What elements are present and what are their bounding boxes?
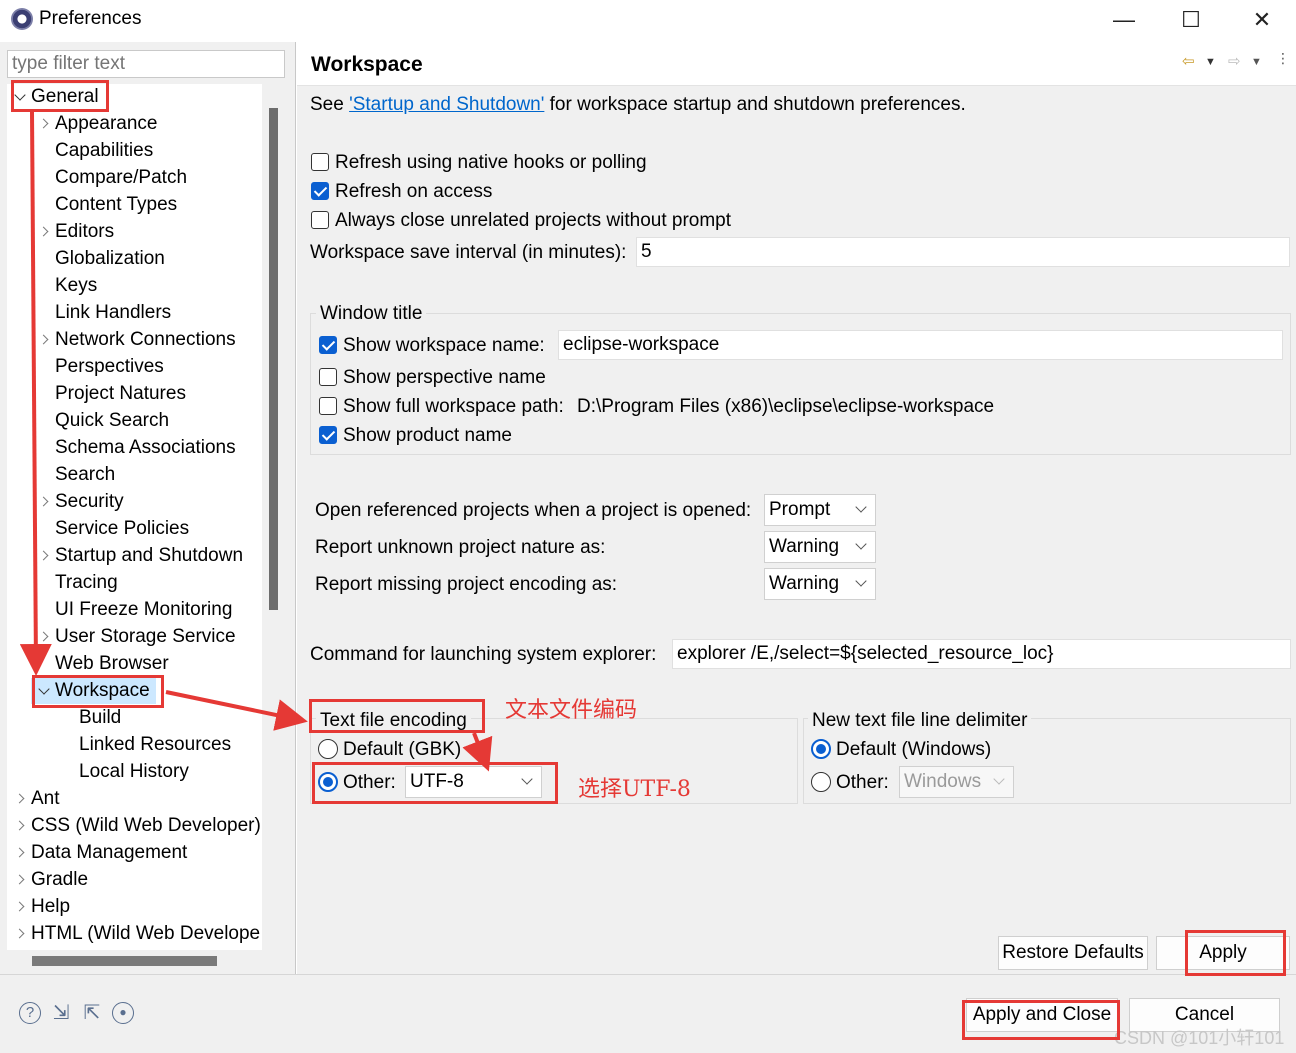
arrow-workspace-to-encoding [165, 690, 308, 731]
annotation-arrows [19, 111, 493, 772]
arrow-encoding-to-utf8 [462, 732, 493, 772]
arrow-general-to-workspace [19, 111, 52, 676]
